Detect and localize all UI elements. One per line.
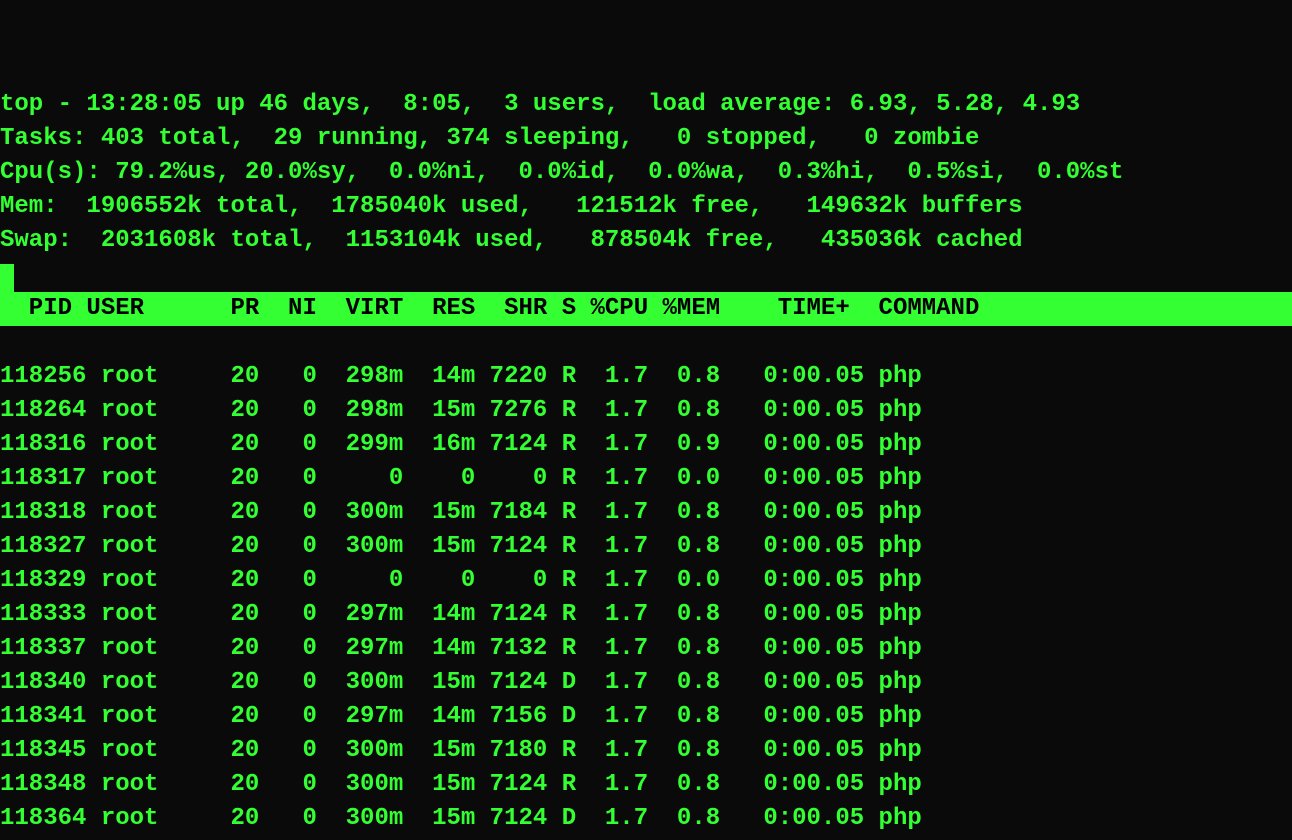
summary-swap: Swap: 2031608k total, 1153104k used, 878… [0,227,1023,254]
summary-tasks: Tasks: 403 total, 29 running, 374 sleepi… [0,125,979,152]
process-row: 118329 root 20 0 0 0 0 R 1.7 0.0 0:00.05… [0,567,922,594]
process-list: 118256 root 20 0 298m 14m 7220 R 1.7 0.8… [0,360,1292,840]
summary-mem: Mem: 1906552k total, 1785040k used, 1215… [0,193,1023,220]
process-row: 118316 root 20 0 299m 16m 7124 R 1.7 0.9… [0,431,922,458]
process-row: 118333 root 20 0 297m 14m 7124 R 1.7 0.8… [0,601,922,628]
terminal[interactable]: top - 13:28:05 up 46 days, 8:05, 3 users… [0,0,1292,840]
process-row: 118364 root 20 0 300m 15m 7124 D 1.7 0.8… [0,805,922,832]
process-row: 118348 root 20 0 300m 15m 7124 R 1.7 0.8… [0,771,922,798]
cursor-line [0,261,14,288]
process-row: 118318 root 20 0 300m 15m 7184 R 1.7 0.8… [0,499,922,526]
process-row: 118340 root 20 0 300m 15m 7124 D 1.7 0.8… [0,669,922,696]
process-row: 118327 root 20 0 300m 15m 7124 R 1.7 0.8… [0,533,922,560]
cursor-icon [0,264,14,294]
process-row: 118345 root 20 0 300m 15m 7180 R 1.7 0.8… [0,737,922,764]
summary-line-1: top - 13:28:05 up 46 days, 8:05, 3 users… [0,91,1080,118]
process-row: 118341 root 20 0 297m 14m 7156 D 1.7 0.8… [0,703,922,730]
process-row: 118337 root 20 0 297m 14m 7132 R 1.7 0.8… [0,635,922,662]
process-row: 118317 root 20 0 0 0 0 R 1.7 0.0 0:00.05… [0,465,922,492]
summary-cpu: Cpu(s): 79.2%us, 20.0%sy, 0.0%ni, 0.0%id… [0,159,1123,186]
column-header[interactable]: PID USER PR NI VIRT RES SHR S %CPU %MEM … [0,292,1292,326]
process-row: 118256 root 20 0 298m 14m 7220 R 1.7 0.8… [0,363,922,390]
process-row: 118264 root 20 0 298m 15m 7276 R 1.7 0.8… [0,397,922,424]
